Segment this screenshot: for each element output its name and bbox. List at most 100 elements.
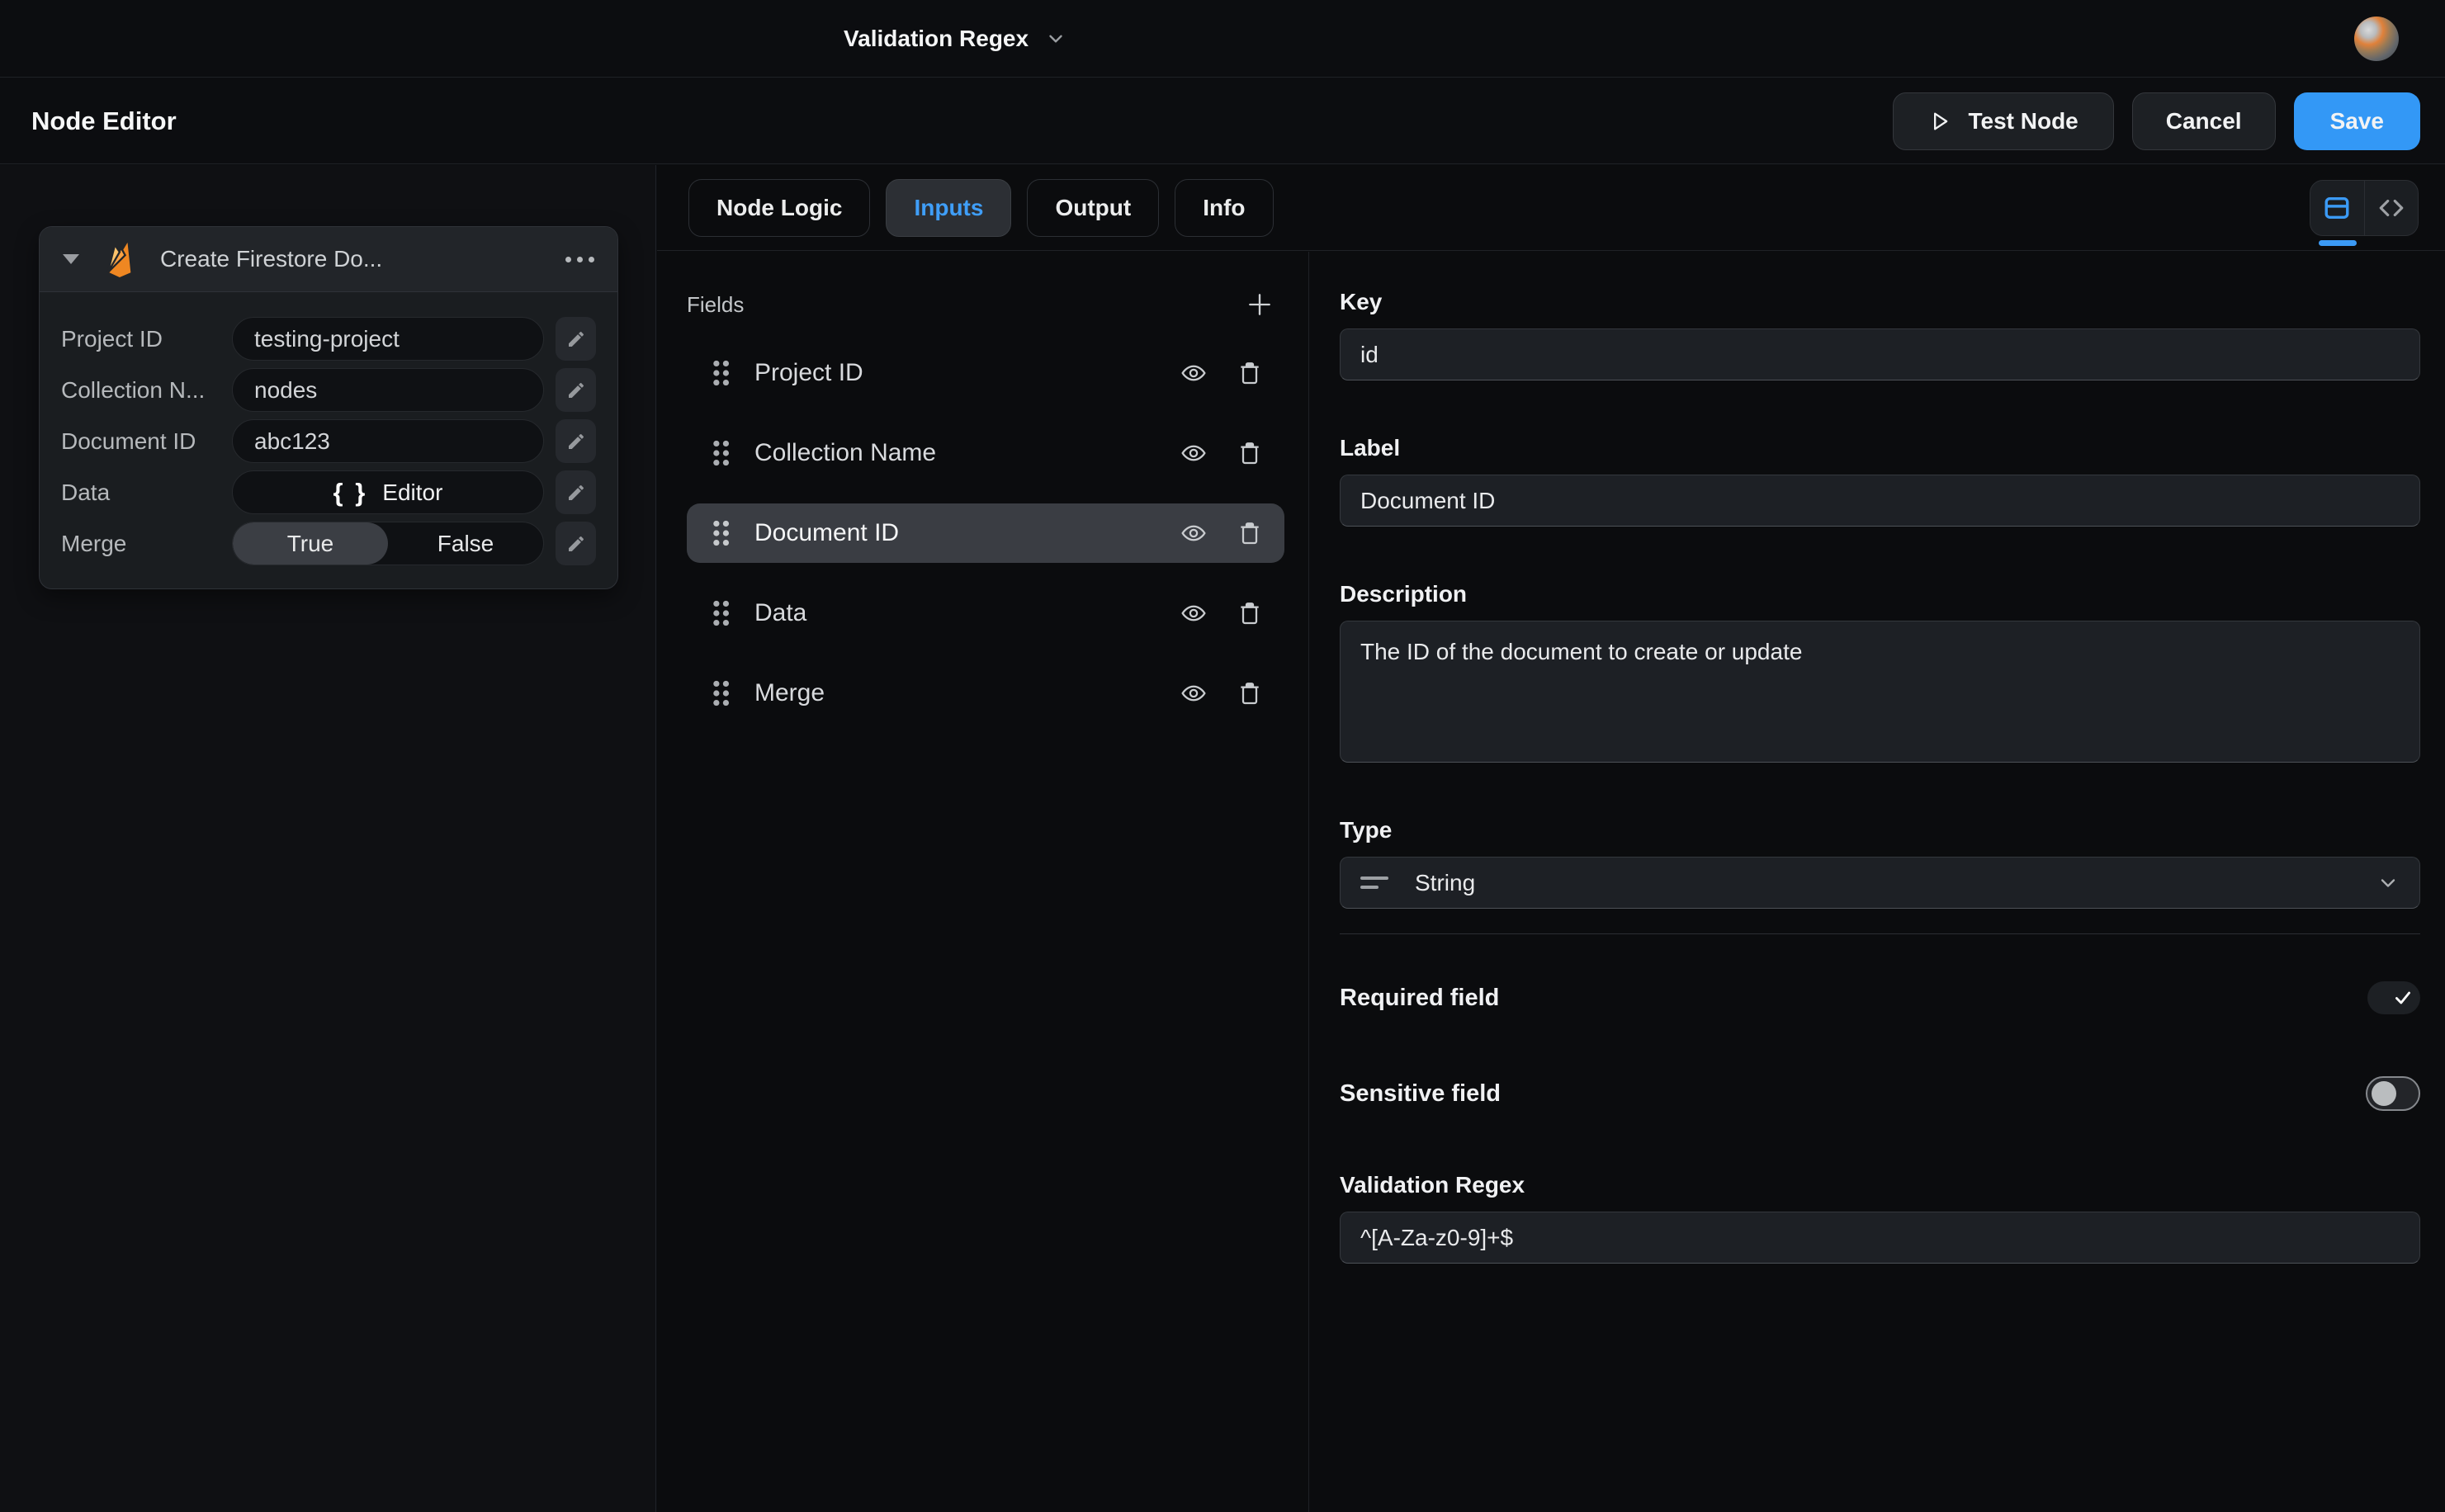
delete-trash-icon[interactable] bbox=[1237, 518, 1263, 548]
test-node-button[interactable]: Test Node bbox=[1893, 92, 2113, 150]
param-label: Collection N... bbox=[61, 377, 232, 404]
merge-option-true[interactable]: True bbox=[233, 522, 388, 565]
active-view-indicator bbox=[2319, 240, 2357, 246]
tab-node-logic[interactable]: Node Logic bbox=[688, 179, 870, 237]
field-row-collection-name[interactable]: Collection Name bbox=[687, 423, 1284, 483]
field-row-merge[interactable]: Merge bbox=[687, 664, 1284, 723]
description-label: Description bbox=[1340, 581, 2420, 607]
fields-panel: Fields Project ID bbox=[657, 252, 1309, 1512]
param-label: Data bbox=[61, 480, 232, 506]
regex-input[interactable] bbox=[1340, 1212, 2420, 1264]
key-label: Key bbox=[1340, 289, 2420, 315]
param-label: Merge bbox=[61, 531, 232, 557]
form-view-button[interactable] bbox=[2310, 181, 2364, 235]
flow-title: Validation Regex bbox=[844, 26, 1029, 52]
delete-trash-icon[interactable] bbox=[1237, 598, 1263, 628]
node-card-body: Project ID testing-project Collection N.… bbox=[40, 292, 617, 588]
visibility-eye-icon[interactable] bbox=[1177, 680, 1210, 706]
drag-handle-icon[interactable] bbox=[710, 598, 731, 628]
param-value-collection-name[interactable]: nodes bbox=[232, 368, 544, 412]
save-label: Save bbox=[2330, 108, 2384, 135]
field-row-document-id[interactable]: Document ID bbox=[687, 503, 1284, 563]
view-mode-toggle bbox=[2310, 180, 2419, 236]
editor-header: Node Editor Test Node Cancel Save bbox=[0, 78, 2445, 164]
param-value-document-id[interactable]: abc123 bbox=[232, 419, 544, 463]
field-label: Document ID bbox=[754, 519, 899, 547]
tab-info[interactable]: Info bbox=[1175, 179, 1273, 237]
flow-title-dropdown[interactable]: Validation Regex bbox=[844, 0, 1066, 78]
field-row-data[interactable]: Data bbox=[687, 584, 1284, 643]
drag-handle-icon[interactable] bbox=[710, 438, 731, 468]
save-button[interactable]: Save bbox=[2294, 92, 2420, 150]
type-label: Type bbox=[1340, 817, 2420, 843]
sensitive-field-row: Sensitive field bbox=[1340, 1076, 2420, 1111]
main-area: Node Logic Inputs Output Info bbox=[657, 165, 2445, 1512]
cancel-button[interactable]: Cancel bbox=[2132, 92, 2276, 150]
node-param-row: Data { } Editor bbox=[61, 470, 596, 514]
delete-trash-icon[interactable] bbox=[1237, 438, 1263, 468]
visibility-eye-icon[interactable] bbox=[1177, 520, 1210, 546]
merge-toggle: True False bbox=[232, 522, 544, 565]
edit-pencil-button[interactable] bbox=[556, 317, 596, 361]
edit-pencil-button[interactable] bbox=[556, 522, 596, 565]
node-param-row: Merge True False bbox=[61, 522, 596, 565]
label-input[interactable] bbox=[1340, 475, 2420, 527]
node-param-row: Project ID testing-project bbox=[61, 317, 596, 361]
chevron-down-icon bbox=[2376, 872, 2400, 895]
node-param-row: Collection N... nodes bbox=[61, 368, 596, 412]
type-group: Type String bbox=[1340, 817, 2420, 909]
check-icon bbox=[2392, 987, 2414, 1009]
add-field-button[interactable] bbox=[1246, 291, 1273, 318]
required-toggle[interactable] bbox=[2367, 981, 2420, 1014]
data-editor-button[interactable]: { } Editor bbox=[232, 470, 544, 514]
field-label: Collection Name bbox=[754, 439, 936, 467]
drag-handle-icon[interactable] bbox=[710, 518, 731, 548]
delete-trash-icon[interactable] bbox=[1237, 678, 1263, 708]
inputs-content: Fields Project ID bbox=[657, 252, 2445, 1512]
collapse-caret-icon[interactable] bbox=[63, 254, 79, 264]
node-title: Create Firestore Do... bbox=[160, 246, 382, 272]
field-detail-panel: Key Label Description The ID of the docu… bbox=[1309, 252, 2445, 1512]
type-value: String bbox=[1415, 870, 1475, 896]
visibility-eye-icon[interactable] bbox=[1177, 600, 1210, 626]
braces-icon: { } bbox=[333, 478, 368, 508]
param-label: Document ID bbox=[61, 428, 232, 455]
edit-pencil-button[interactable] bbox=[556, 419, 596, 463]
node-menu-icon[interactable] bbox=[565, 257, 594, 262]
delete-trash-icon[interactable] bbox=[1237, 358, 1263, 388]
edit-pencil-button[interactable] bbox=[556, 368, 596, 412]
edit-pencil-button[interactable] bbox=[556, 470, 596, 514]
tab-inputs[interactable]: Inputs bbox=[886, 179, 1011, 237]
drag-handle-icon[interactable] bbox=[710, 358, 731, 388]
tab-output[interactable]: Output bbox=[1027, 179, 1159, 237]
sensitive-toggle[interactable] bbox=[2366, 1076, 2420, 1111]
node-canvas: Create Firestore Do... Project ID testin… bbox=[0, 165, 656, 1512]
field-label: Merge bbox=[754, 679, 825, 707]
field-row-project-id[interactable]: Project ID bbox=[687, 343, 1284, 403]
drag-handle-icon[interactable] bbox=[710, 678, 731, 708]
fields-header: Fields bbox=[687, 289, 1284, 320]
chevron-down-icon bbox=[1045, 28, 1066, 50]
type-select[interactable]: String bbox=[1340, 857, 2420, 909]
tab-bar: Node Logic Inputs Output Info bbox=[657, 165, 2445, 251]
firebase-icon bbox=[99, 240, 137, 278]
regex-group: Validation Regex bbox=[1340, 1172, 2420, 1264]
key-input[interactable] bbox=[1340, 328, 2420, 380]
visibility-eye-icon[interactable] bbox=[1177, 360, 1210, 386]
editor-label: Editor bbox=[382, 480, 442, 506]
merge-option-false[interactable]: False bbox=[388, 522, 543, 565]
firestore-node-card[interactable]: Create Firestore Do... Project ID testin… bbox=[39, 226, 618, 589]
visibility-eye-icon[interactable] bbox=[1177, 440, 1210, 466]
tab-label: Info bbox=[1203, 195, 1245, 221]
description-textarea[interactable]: The ID of the document to create or upda… bbox=[1340, 621, 2420, 763]
code-view-button[interactable] bbox=[2364, 181, 2419, 235]
panel-layout-icon bbox=[2323, 194, 2351, 222]
cancel-label: Cancel bbox=[2166, 108, 2242, 135]
tab-label: Output bbox=[1055, 195, 1131, 221]
fields-title: Fields bbox=[687, 292, 744, 318]
label-label: Label bbox=[1340, 435, 2420, 461]
param-value-project-id[interactable]: testing-project bbox=[232, 317, 544, 361]
header-actions: Test Node Cancel Save bbox=[1893, 92, 2420, 150]
user-avatar[interactable] bbox=[2354, 17, 2399, 61]
label-group: Label bbox=[1340, 435, 2420, 527]
